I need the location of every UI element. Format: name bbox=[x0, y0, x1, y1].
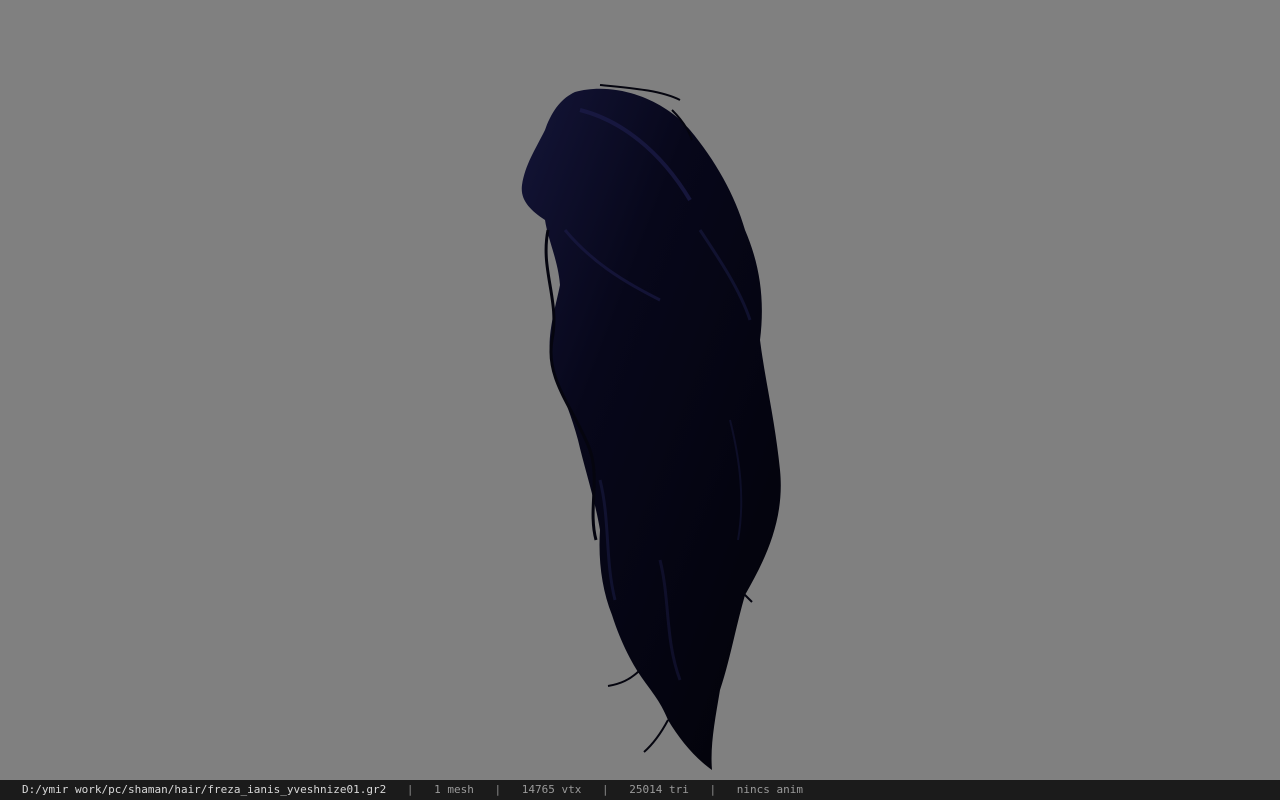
separator: | bbox=[406, 783, 414, 796]
hair-model bbox=[521, 84, 781, 771]
status-bar: D:/ymir work/pc/shaman/hair/freza_ianis_… bbox=[0, 780, 1280, 800]
hair-strand bbox=[607, 669, 641, 687]
separator: | bbox=[601, 783, 609, 796]
hair-mass bbox=[521, 88, 781, 771]
vertex-count: 14765 vtx bbox=[521, 783, 582, 796]
separator: | bbox=[494, 783, 502, 796]
hair-strand bbox=[643, 719, 669, 753]
triangle-count: 25014 tri bbox=[629, 783, 689, 796]
file-path: D:/ymir work/pc/shaman/hair/freza_ianis_… bbox=[22, 783, 387, 796]
anim-status: nincs anim bbox=[736, 783, 803, 796]
mesh-count: 1 mesh bbox=[434, 783, 474, 796]
separator: | bbox=[709, 783, 717, 796]
3d-viewport[interactable] bbox=[0, 0, 1280, 780]
